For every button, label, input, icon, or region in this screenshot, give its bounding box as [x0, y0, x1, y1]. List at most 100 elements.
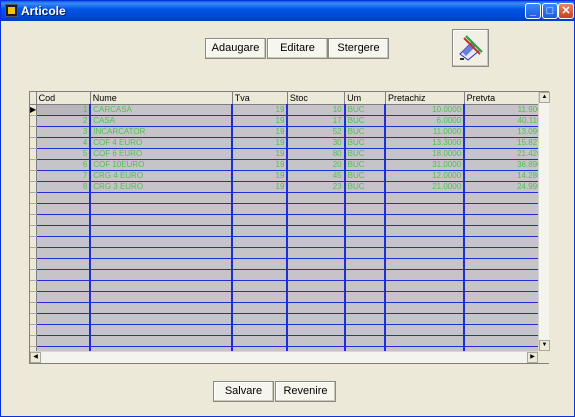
horizontal-scrollbar[interactable]: ◀ ▶ — [30, 351, 538, 363]
cell-stoc[interactable]: 45 — [287, 170, 346, 182]
cell-stoc[interactable] — [287, 291, 346, 303]
cell-stoc[interactable] — [287, 335, 346, 347]
cell-tva[interactable]: 19 — [232, 159, 289, 171]
empty-row[interactable] — [30, 247, 538, 259]
row-selector[interactable]: ▶ — [30, 104, 37, 116]
cell-um[interactable] — [344, 203, 387, 215]
cell-nume[interactable]: CRG 4 EURO — [90, 170, 234, 182]
cell-tva[interactable] — [232, 313, 289, 325]
cell-cod[interactable] — [36, 302, 92, 314]
articles-grid[interactable]: Cod Nume Tva Stoc Um Pretachiz Pretvta ▶… — [29, 91, 550, 364]
table-row[interactable]: 2CASA1917BUC6.000040.1100 — [30, 115, 538, 127]
cell-nume[interactable] — [90, 192, 234, 204]
column-header-nume[interactable]: Nume — [90, 92, 233, 105]
cell-stoc[interactable] — [287, 214, 346, 226]
cell-cod[interactable]: 6 — [36, 159, 92, 171]
table-row[interactable]: 6COF 10EURO1920BUC31.000036.8900 — [30, 159, 538, 171]
empty-row[interactable] — [30, 203, 538, 215]
cell-nume[interactable] — [90, 236, 234, 248]
column-header-cod[interactable]: Cod — [36, 92, 91, 105]
cell-stoc[interactable] — [287, 258, 346, 270]
cell-nume[interactable] — [90, 302, 234, 314]
cell-stoc[interactable] — [287, 192, 346, 204]
cell-pretachiz[interactable] — [385, 258, 466, 270]
cell-nume[interactable]: COF 4 EURO — [90, 137, 234, 149]
cell-cod[interactable] — [36, 247, 92, 259]
cell-pretachiz[interactable] — [385, 269, 466, 281]
cell-nume[interactable] — [90, 335, 234, 347]
app-icon[interactable] — [5, 4, 18, 17]
cell-um[interactable]: BUC — [344, 137, 387, 149]
cell-cod[interactable]: 4 — [36, 137, 92, 149]
cell-pretachiz[interactable] — [385, 247, 466, 259]
empty-row[interactable] — [30, 269, 538, 281]
cell-stoc[interactable] — [287, 280, 346, 292]
cell-pretvta[interactable] — [464, 313, 538, 325]
cell-cod[interactable] — [36, 269, 92, 281]
cell-cod[interactable]: 5 — [36, 148, 92, 160]
cell-um[interactable]: BUC — [344, 126, 387, 138]
cell-tva[interactable] — [232, 324, 289, 336]
cell-pretachiz[interactable] — [385, 214, 466, 226]
cell-cod[interactable] — [36, 258, 92, 270]
cell-tva[interactable]: 19 — [232, 170, 289, 182]
empty-row[interactable] — [30, 335, 538, 347]
cell-nume[interactable] — [90, 269, 234, 281]
cell-um[interactable]: BUC — [344, 148, 387, 160]
cell-stoc[interactable] — [287, 302, 346, 314]
cell-pretachiz[interactable]: 6.0000 — [385, 115, 466, 127]
cell-stoc[interactable] — [287, 247, 346, 259]
cell-cod[interactable]: 2 — [36, 115, 92, 127]
cell-tva[interactable] — [232, 214, 289, 226]
cell-pretvta[interactable] — [464, 324, 538, 336]
cell-nume[interactable]: CRG 3 EURO — [90, 181, 234, 193]
cell-pretachiz[interactable]: 10.0000 — [385, 104, 466, 116]
cell-cod[interactable] — [36, 225, 92, 237]
cell-cod[interactable]: 8 — [36, 181, 92, 193]
cell-um[interactable] — [344, 335, 387, 347]
empty-row[interactable] — [30, 214, 538, 226]
cell-cod[interactable]: 1 — [36, 104, 92, 116]
table-row[interactable]: 5COF 6 EURO1980BUC18.000021.4200 — [30, 148, 538, 160]
cell-stoc[interactable] — [287, 324, 346, 336]
cell-pretvta[interactable] — [464, 280, 538, 292]
cell-pretvta[interactable]: 11.9000 — [464, 104, 538, 116]
table-row[interactable]: 4COF 4 EURO1930BUC13.300015.8270 — [30, 137, 538, 149]
cell-pretvta[interactable] — [464, 247, 538, 259]
cell-stoc[interactable] — [287, 203, 346, 215]
cell-stoc[interactable]: 80 — [287, 148, 346, 160]
cell-stoc[interactable]: 52 — [287, 126, 346, 138]
cell-um[interactable] — [344, 291, 387, 303]
cell-pretvta[interactable]: 13.0900 — [464, 126, 538, 138]
column-header-stoc[interactable]: Stoc — [287, 92, 346, 105]
cell-tva[interactable]: 19 — [232, 181, 289, 193]
cell-cod[interactable] — [36, 192, 92, 204]
cell-pretvta[interactable] — [464, 258, 538, 270]
cell-um[interactable] — [344, 214, 387, 226]
cell-tva[interactable]: 19 — [232, 137, 289, 149]
close-button[interactable]: ✕ — [558, 3, 574, 19]
cell-pretachiz[interactable] — [385, 313, 466, 325]
empty-row[interactable] — [30, 313, 538, 325]
cell-stoc[interactable]: 30 — [287, 137, 346, 149]
cell-nume[interactable]: CASA — [90, 115, 234, 127]
cell-nume[interactable] — [90, 203, 234, 215]
cell-tva[interactable] — [232, 335, 289, 347]
cell-tva[interactable] — [232, 236, 289, 248]
cell-tva[interactable] — [232, 291, 289, 303]
cell-cod[interactable] — [36, 214, 92, 226]
cell-pretachiz[interactable] — [385, 324, 466, 336]
cell-pretachiz[interactable]: 21.0000 — [385, 181, 466, 193]
cell-nume[interactable] — [90, 214, 234, 226]
table-row[interactable]: 3INCARCATOR1952BUC11.000013.0900 — [30, 126, 538, 138]
cell-pretachiz[interactable] — [385, 335, 466, 347]
cell-um[interactable] — [344, 269, 387, 281]
cell-tva[interactable] — [232, 203, 289, 215]
cell-pretachiz[interactable]: 12.0000 — [385, 170, 466, 182]
cell-pretvta[interactable] — [464, 269, 538, 281]
column-header-pretvta[interactable]: Pretvta — [464, 92, 538, 105]
cell-um[interactable]: BUC — [344, 104, 387, 116]
cell-pretvta[interactable]: 36.8900 — [464, 159, 538, 171]
cell-pretvta[interactable]: 24.9900 — [464, 181, 538, 193]
cell-pretachiz[interactable] — [385, 302, 466, 314]
